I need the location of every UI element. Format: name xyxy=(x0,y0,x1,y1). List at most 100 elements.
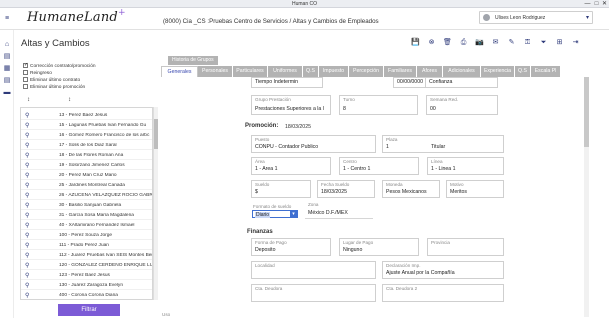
option-eliminar-promocion[interactable]: Eliminar último promoción xyxy=(23,84,85,90)
tab-historia-grupos[interactable]: Historia de Grupos xyxy=(168,56,218,65)
form-scrollbar[interactable] xyxy=(584,77,589,317)
formato-sueldo-select[interactable]: Formato de sueldo Diario ▾ xyxy=(252,204,298,218)
tab-escala-pl[interactable]: Escala Pl xyxy=(531,66,561,77)
tab-afores[interactable]: Afores xyxy=(417,66,443,77)
list-item[interactable]: ⚲ 123 - Perez Baez Jesus xyxy=(21,271,152,280)
chevron-down-icon[interactable]: ▾ xyxy=(586,14,589,21)
camera-icon[interactable]: 📷 xyxy=(475,38,484,47)
tab-experiencia[interactable]: Experiencia xyxy=(481,66,515,77)
list-item[interactable]: ⚲ 100 - Perez Souza Jorge xyxy=(21,231,152,240)
tab-percepci-n[interactable]: Percepción xyxy=(349,66,384,77)
list-item[interactable]: ⚲ 112 - Juarez Pruebas Ivan SEIS Montes B… xyxy=(21,251,152,260)
tab-personales[interactable]: Personales xyxy=(198,66,233,77)
provincia-field[interactable]: Provincia xyxy=(427,238,504,256)
list-item[interactable]: ⚲ 25 - Jardines Montreal Canada xyxy=(21,181,152,190)
person-icon: ⚲ xyxy=(25,253,30,259)
calendar-icon[interactable]: ▦ xyxy=(3,65,11,73)
list-item[interactable]: ⚲ 40 - XAltamirano Fernandez Ismael xyxy=(21,221,152,230)
semana-red-field[interactable]: Semana Red. 00 xyxy=(426,95,498,115)
turno-field[interactable]: Turno 8 xyxy=(339,95,418,115)
grupo-prestacion-field[interactable]: Grupo Prestación Prestaciones Superiores … xyxy=(251,95,331,115)
checkbox[interactable] xyxy=(23,84,28,89)
filter-icon[interactable]: ⏷ xyxy=(539,38,548,47)
briefcase-icon[interactable]: ▬ xyxy=(3,89,11,97)
centro-field[interactable]: Centro 1 - Centro 1 xyxy=(339,157,419,175)
cta-deudora-field[interactable]: Cta. Deudora xyxy=(251,284,376,302)
option-reingreso[interactable]: Reingreso xyxy=(23,70,52,76)
user-name: Ulises Leon Rodriguez xyxy=(495,15,546,21)
minimize-button[interactable]: — xyxy=(583,0,592,8)
list-item[interactable]: ⚲ 26 - AZUCENA VELAZQUEZ ROCIO GABRIE xyxy=(21,191,153,200)
list-item-label: 26 - AZUCENA VELAZQUEZ ROCIO GABRIE xyxy=(59,193,153,198)
tab-particulares[interactable]: Particulares xyxy=(233,66,268,77)
checkbox[interactable] xyxy=(23,62,28,68)
cta-deudora2-field[interactable]: Cta. Deudora 2 xyxy=(382,284,504,302)
list-item[interactable]: ⚲ 120 - GONZALEZ CERDEÑO ENRIQUE LUIS xyxy=(21,261,152,270)
sueldo-field[interactable]: Sueldo $ xyxy=(251,180,311,198)
tab-q-s[interactable]: Q.S xyxy=(303,66,319,77)
list-item[interactable]: ⚲ 16 - Gómez Romero Francisco de los arbc xyxy=(21,131,152,140)
moneda-field[interactable]: Moneda Pesos Mexicanos xyxy=(382,180,440,198)
scroll-thumb[interactable] xyxy=(154,119,158,149)
declaracion-field[interactable]: Declaración Imp. Ajuste Anual por la Comp… xyxy=(382,261,504,279)
plaza-field[interactable]: Plaza 1 Titular xyxy=(382,135,504,153)
localidad-field[interactable]: Localidad xyxy=(251,261,376,279)
user-menu[interactable]: Ulises Leon Rodriguez ▾ xyxy=(479,11,593,24)
grid-icon[interactable]: ⊞ xyxy=(555,38,564,47)
exit-icon[interactable]: ⇥ xyxy=(571,38,580,47)
option-eliminar-contrato[interactable]: Eliminar último contrato xyxy=(23,77,80,83)
tipo-empleado-field[interactable]: Confianza xyxy=(425,77,498,88)
hamburger-icon[interactable]: ≡ xyxy=(3,15,11,23)
linea-field[interactable]: Línea 1 - Linea 1 xyxy=(427,157,504,175)
checkbox[interactable] xyxy=(23,77,28,82)
list-item-label: 17 - Solis de los Diaz Saral xyxy=(59,143,117,148)
list-item[interactable]: ⚲ 17 - Solis de los Diaz Saral xyxy=(21,141,152,150)
chevron-down-icon[interactable]: ▾ xyxy=(290,211,297,218)
person-icon: ⚲ xyxy=(25,133,30,139)
option-correccion[interactable]: Corrección contrato/promoción xyxy=(23,62,96,69)
tab-q-s[interactable]: Q.S xyxy=(515,66,531,77)
cancel-icon[interactable]: ⊗ xyxy=(427,38,436,47)
motivo-field[interactable]: Motivo Meritos xyxy=(446,180,504,198)
sort-icon[interactable]: ↕ xyxy=(68,97,71,103)
home-icon[interactable]: ⌂ xyxy=(3,41,11,49)
scroll-thumb[interactable] xyxy=(584,77,589,147)
list-item[interactable]: ⚲ 130 - Juárez Zaragoza Evelyn xyxy=(21,281,152,290)
mail-icon[interactable]: ✉ xyxy=(491,38,500,47)
list-item[interactable]: ⚲ 31 - García Sosa María Magdalena xyxy=(21,211,152,220)
list-item[interactable]: ⚲ 30 - Basilio Sanjuan Gabriela xyxy=(21,201,152,210)
checkbox[interactable] xyxy=(23,70,28,75)
area-field[interactable]: Área 1 - Area 1 xyxy=(251,157,331,175)
print-icon[interactable]: ⎙ xyxy=(459,38,468,47)
close-button[interactable]: ✕ xyxy=(600,0,609,8)
zona-field[interactable]: Zona México D.F./MEX xyxy=(305,201,373,219)
delete-icon[interactable]: 🗑 xyxy=(443,38,452,47)
finanzas-heading: Finanzas xyxy=(247,229,273,235)
sign-icon[interactable]: ✎ xyxy=(507,38,516,47)
tab-impuesto[interactable]: Impuesto xyxy=(319,66,349,77)
tab-generales[interactable]: Generales xyxy=(161,66,198,77)
tab-uniformes[interactable]: Uniformes xyxy=(268,66,303,77)
list-scrollbar[interactable] xyxy=(153,107,158,300)
sort-icon[interactable]: ↕ xyxy=(27,97,30,103)
list-item[interactable]: ⚲ 18 - De las Flores Roman Ana xyxy=(21,151,152,160)
list-item[interactable]: ⚲ 15 - Lagunas Pruebas Ivan Fernando Gu xyxy=(21,121,152,130)
fecha-sueldo-field[interactable]: Fecha Sueldo 18/03/2025 xyxy=(317,180,375,198)
contrato-field[interactable]: Tiempo Indetermin xyxy=(251,77,323,88)
document-icon[interactable]: ▤ xyxy=(3,77,11,85)
app-logo: HumaneLand+ xyxy=(27,8,126,25)
list-item[interactable]: ⚲ 13 - Perez Baez Jesus xyxy=(21,111,152,120)
puesto-field[interactable]: Puesto CONPU - Contador Publico xyxy=(251,135,376,153)
list-item[interactable]: ⚲ 400 - Corona Corona Diana xyxy=(21,291,152,299)
key-icon[interactable]: ⚿ xyxy=(523,38,532,47)
list-item[interactable]: ⚲ 20 - Perez Man Cruz Mario xyxy=(21,171,152,180)
tab-familiares[interactable]: Familiares xyxy=(384,66,417,77)
list-item[interactable]: ⚲ 19 - Solorzano Jimenez Carlos xyxy=(21,161,152,170)
forma-pago-field[interactable]: Forma de Pago Deposito xyxy=(251,238,331,256)
document-icon[interactable]: ▤ xyxy=(3,53,11,61)
filter-button[interactable]: Filtrar xyxy=(58,304,120,316)
save-icon[interactable]: 💾 xyxy=(411,38,420,47)
list-item[interactable]: ⚲ 111 - Prado Perez Juan xyxy=(21,241,152,250)
lugar-pago-field[interactable]: Lugar de Pago Ninguno xyxy=(339,238,419,256)
tab-adicionales[interactable]: Adicionales xyxy=(443,66,481,77)
